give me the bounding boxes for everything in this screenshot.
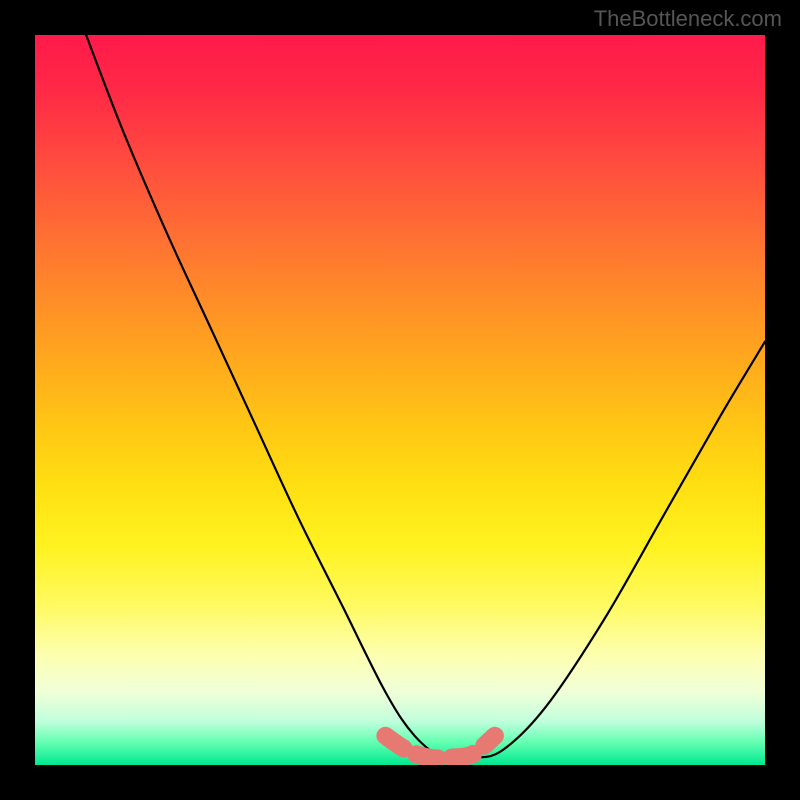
chart-plot-area [35, 35, 765, 765]
watermark-text: TheBottleneck.com [594, 6, 782, 32]
bottleneck-curve-path [86, 35, 765, 760]
chart-svg [35, 35, 765, 765]
optimal-range-highlight [385, 736, 495, 759]
